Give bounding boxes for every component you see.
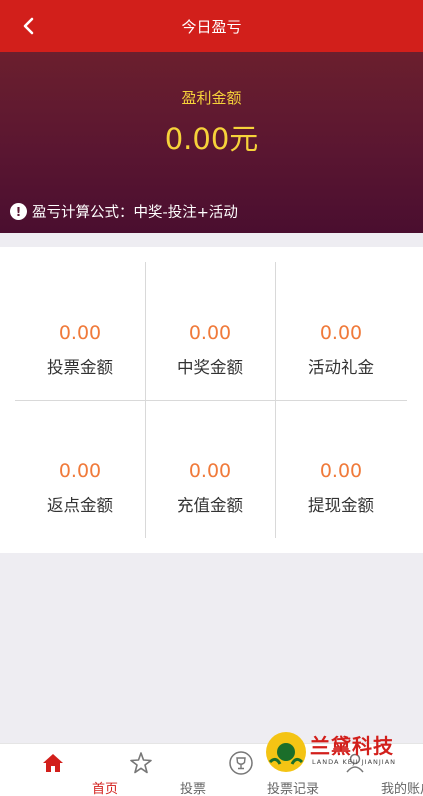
watermark-subtext: LANDA KEJI JIANJIAN <box>312 758 397 766</box>
profit-label: 盈利金额 <box>181 89 242 107</box>
tab-vote[interactable]: 投票 <box>88 744 206 796</box>
watermark-logo: 兰黛科技 LANDA KEJI JIANJIAN <box>266 727 406 775</box>
exclamation-icon: ! <box>10 203 27 220</box>
stat-value: 0.00 <box>58 460 102 482</box>
chevron-left-icon <box>23 17 34 35</box>
stat-label: 投票金额 <box>47 358 113 377</box>
stat-deposit-amount: 0.00 充值金额 <box>145 400 275 538</box>
star-icon <box>129 752 152 774</box>
stat-value: 0.00 <box>319 460 363 482</box>
stat-label: 中奖金额 <box>177 358 243 377</box>
back-button[interactable] <box>16 13 42 39</box>
stats-grid: 0.00 投票金额 0.00 中奖金额 0.00 活动礼金 0.00 返点金额 … <box>0 247 423 553</box>
stat-bet-amount: 0.00 投票金额 <box>15 262 145 400</box>
stat-activity-bonus: 0.00 活动礼金 <box>276 262 406 400</box>
stat-label: 活动礼金 <box>308 358 374 377</box>
stat-withdraw-amount: 0.00 提现金额 <box>276 400 406 538</box>
tab-label: 我的账户 <box>380 782 423 796</box>
stat-rebate-amount: 0.00 返点金额 <box>15 400 145 538</box>
profit-summary-panel: 盈利金额 0.00元 ! 盈亏计算公式：中奖-投注+活动 <box>0 52 423 233</box>
stat-label: 提现金额 <box>308 496 374 515</box>
watermark-text: 兰黛科技 <box>310 734 394 758</box>
formula-text: 盈亏计算公式：中奖-投注+活动 <box>32 205 238 221</box>
stat-value: 0.00 <box>58 322 102 344</box>
top-bar: 今日盈亏 <box>0 0 423 52</box>
profit-amount: 0.00元 <box>164 122 259 156</box>
trophy-icon <box>228 751 253 775</box>
stat-win-amount: 0.00 中奖金额 <box>145 262 275 400</box>
stat-value: 0.00 <box>188 460 232 482</box>
stat-value: 0.00 <box>188 322 232 344</box>
formula-note: ! 盈亏计算公式：中奖-投注+活动 <box>10 201 238 222</box>
home-icon <box>42 754 63 772</box>
stat-value: 0.00 <box>319 322 363 344</box>
sunflower-logo-icon <box>266 732 306 772</box>
stat-label: 充值金额 <box>177 496 243 515</box>
stat-label: 返点金额 <box>47 496 113 515</box>
page-title: 今日盈亏 <box>181 17 242 36</box>
